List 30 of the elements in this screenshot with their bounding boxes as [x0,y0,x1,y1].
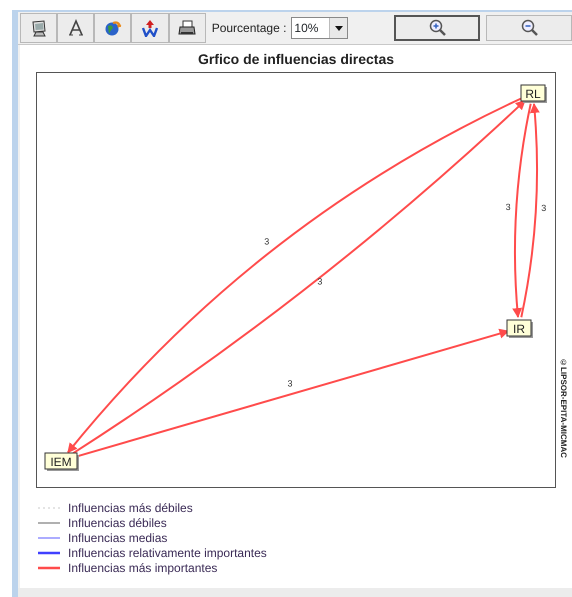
copyright-text: ©LIPSOR-EPITA-MICMAC [558,358,569,458]
globe-icon [104,19,122,37]
node: IR [506,320,533,338]
toolbar-button[interactable] [57,13,94,43]
legend-label: Influencias más importantes [68,560,218,576]
edge-label: 3 [506,202,511,212]
legend-label: Influencias más débiles [68,500,193,516]
toolbar-button[interactable] [168,13,206,43]
node: RL [520,84,547,103]
monitor-icon [30,19,48,37]
toolbar-button[interactable] [20,13,58,43]
zoom-out-button[interactable] [486,15,572,41]
percentage-dropdown[interactable]: 10% [291,17,348,39]
legend-label: Influencias débiles [68,514,167,532]
arrow-letter-icon [140,19,159,37]
zoom-in-button[interactable] [394,15,480,41]
letter-a-icon [66,19,85,37]
edge-label: 3 [317,276,322,286]
node: IEM [44,452,79,471]
zoom-out-icon [520,19,538,37]
caret-icon [334,26,343,30]
edge-label: 3 [288,378,292,388]
percentage-label: Pourcentage : [212,20,286,37]
legend-label: Influencias relativamente importantes [68,544,267,562]
edge-label: 3 [541,203,546,214]
edge-label: 3 [264,236,270,246]
zoom-in-icon [428,19,446,37]
legend-label: Influencias medias [68,530,168,546]
printer-icon [178,19,196,37]
chart-title: Grfico de influencias directas [196,50,396,69]
